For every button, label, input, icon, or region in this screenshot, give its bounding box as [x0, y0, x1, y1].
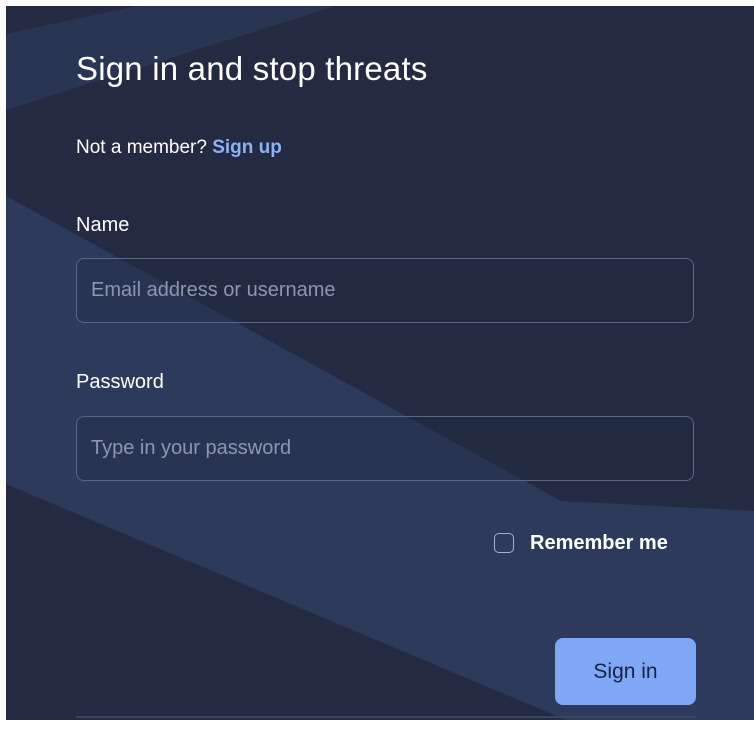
remember-me-checkbox[interactable] — [494, 533, 514, 553]
name-input[interactable] — [76, 258, 694, 323]
signin-form: Sign in and stop threats Not a member? S… — [6, 6, 754, 720]
signup-prompt-text: Not a member? — [76, 137, 207, 158]
remember-me-label: Remember me — [530, 531, 668, 554]
signup-link[interactable]: Sign up — [212, 137, 282, 158]
remember-me-option[interactable]: Remember me — [494, 530, 668, 556]
password-input[interactable] — [76, 416, 694, 481]
page-title: Sign in and stop threats — [76, 50, 428, 87]
password-label: Password — [76, 371, 164, 393]
signup-prompt: Not a member? Sign up — [76, 137, 282, 159]
bottom-divider — [76, 716, 696, 718]
signin-panel: Sign in and stop threats Not a member? S… — [6, 6, 754, 720]
sign-in-button[interactable]: Sign in — [555, 638, 696, 705]
name-label: Name — [76, 214, 130, 236]
